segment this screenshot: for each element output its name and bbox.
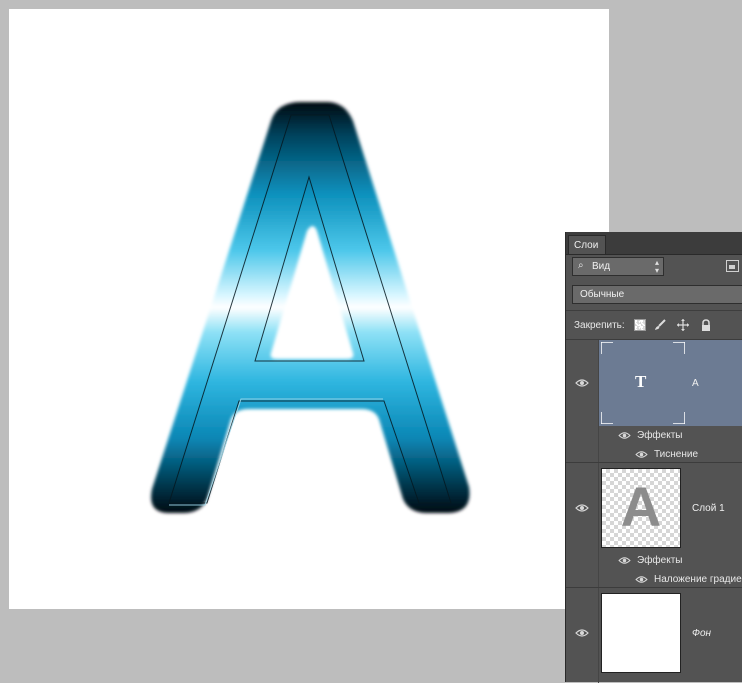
- search-icon: ⌕: [578, 260, 584, 271]
- lock-brush-icon[interactable]: [654, 319, 666, 331]
- layer-name-text[interactable]: A: [692, 378, 699, 389]
- text-layer-thumbnail[interactable]: T: [601, 342, 685, 424]
- blend-mode-value: Обычные: [580, 289, 625, 300]
- visibility-column: [566, 463, 599, 588]
- image-filter-icon[interactable]: [726, 260, 739, 272]
- effect-name: Наложение градиента: [654, 574, 742, 585]
- letter-a-shape: [151, 102, 470, 513]
- layer-name-background[interactable]: Фон: [692, 628, 711, 639]
- eye-icon[interactable]: [618, 431, 631, 440]
- lock-label: Закрепить:: [574, 320, 625, 331]
- letter-artwork: [151, 102, 470, 513]
- text-layer-icon: T: [635, 372, 647, 391]
- effects-label: Эффекты: [637, 555, 683, 566]
- document-canvas[interactable]: [9, 9, 609, 609]
- effect-name: Тиснение: [654, 449, 699, 460]
- effect-row-emboss[interactable]: Тиснение: [635, 449, 698, 460]
- effects-label: Эффекты: [637, 430, 683, 441]
- eye-icon[interactable]: [575, 378, 589, 388]
- effects-row[interactable]: Эффекты: [618, 555, 682, 566]
- eye-icon[interactable]: [575, 503, 589, 513]
- lock-move-icon[interactable]: [677, 319, 689, 331]
- effect-row-gradient-overlay[interactable]: Наложение градиента: [635, 574, 742, 585]
- panel-tab-strip: Слои: [566, 232, 742, 255]
- eye-icon[interactable]: [618, 556, 631, 565]
- shape-layer-thumbnail[interactable]: A: [601, 468, 681, 548]
- background-layer-thumbnail[interactable]: [601, 593, 681, 673]
- layer-row-text[interactable]: T A Эффекты Тиснение: [566, 339, 742, 463]
- lock-all-icon[interactable]: [700, 319, 712, 331]
- effects-row[interactable]: Эффекты: [618, 430, 682, 441]
- layer-row-background[interactable]: Фон: [566, 587, 742, 683]
- lock-row: Закрепить:: [566, 310, 742, 339]
- blend-mode-select[interactable]: Обычные: [572, 285, 742, 304]
- thumbnail-glyph: A: [620, 475, 662, 538]
- layer-row-shape[interactable]: A Слой 1 Эффекты Наложение градиента: [566, 462, 742, 588]
- eye-icon[interactable]: [635, 575, 648, 584]
- layer-filter-select[interactable]: ⌕ Вид ▴ ▾: [572, 257, 664, 276]
- layers-panel: Слои ⌕ Вид ▴ ▾ Обычные Закрепить: T A Эф…: [565, 232, 742, 683]
- eye-icon[interactable]: [635, 450, 648, 459]
- up-down-arrows-icon: ▴ ▾: [654, 258, 659, 275]
- tab-layers[interactable]: Слои: [568, 235, 606, 254]
- layer-name-shape[interactable]: Слой 1: [692, 503, 725, 514]
- lock-transparency-icon[interactable]: [634, 319, 646, 331]
- layer-filter-value: Вид: [592, 261, 611, 272]
- eye-icon[interactable]: [575, 628, 589, 638]
- visibility-column: [566, 340, 599, 463]
